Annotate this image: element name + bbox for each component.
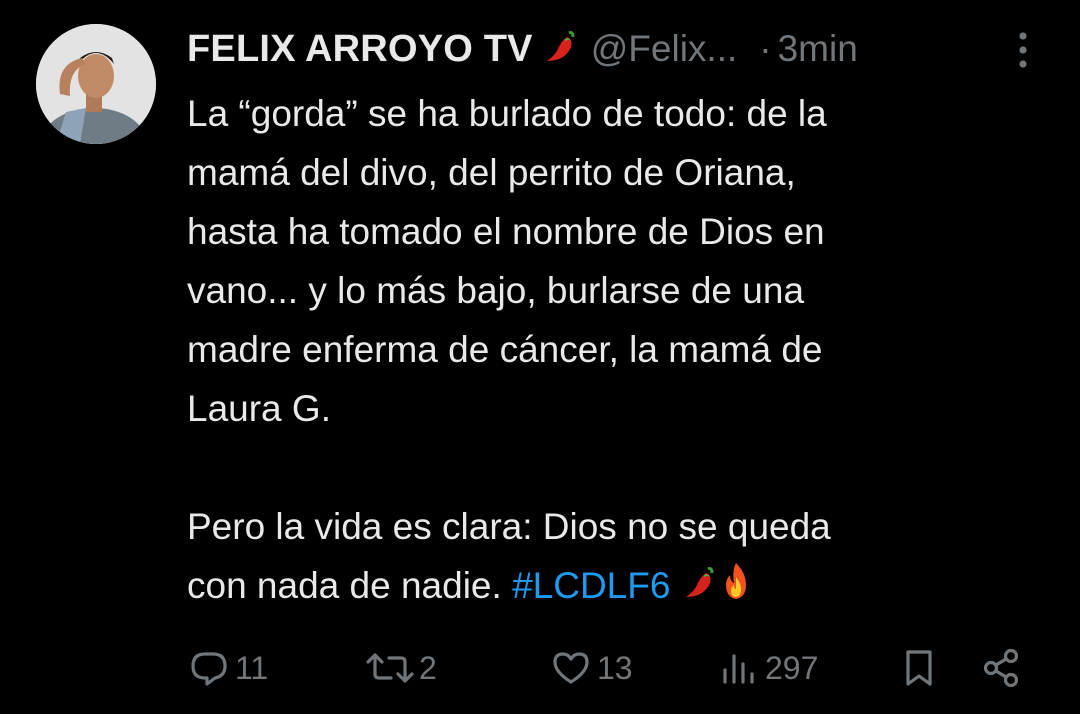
like-count: 13 <box>597 649 633 686</box>
avatar[interactable] <box>36 24 156 144</box>
tweet-line-last: con nada de nadie. #LCDLF6 <box>187 556 1047 618</box>
reply-button[interactable]: 11 <box>187 640 268 696</box>
tweet-line-text: con nada de nadie. <box>187 565 513 606</box>
tweet-header: FELIX ARROYO TV @Felix... · 3min <box>187 24 858 74</box>
retweet-count: 2 <box>419 649 437 686</box>
tweet-text: La “gorda” se ha burlado de todo: de la … <box>187 84 1047 618</box>
action-bar: 11 2 13 297 <box>187 640 1037 696</box>
share-button[interactable] <box>979 640 1023 696</box>
avatar-image <box>36 24 156 144</box>
tweet-line: madre enferma de cáncer, la mamá de <box>187 329 823 370</box>
author-handle[interactable]: @Felix... <box>591 28 738 70</box>
like-button[interactable]: 13 <box>549 640 633 696</box>
tweet-line: Laura G. <box>187 388 331 429</box>
tweet-line: vano... y lo más bajo, burlarse de una <box>187 270 805 311</box>
tweet-line: La “gorda” se ha burlado de todo: de la <box>187 93 827 134</box>
separator-dot: · <box>759 28 772 69</box>
fire-icon <box>718 559 754 618</box>
share-icon <box>983 648 1019 688</box>
more-options-icon[interactable] <box>1008 28 1038 72</box>
reply-icon <box>191 652 227 686</box>
hashtag-link[interactable]: #LCDLF6 <box>512 565 670 606</box>
retweet-button[interactable]: 2 <box>365 640 437 696</box>
chili-pepper-icon <box>543 29 577 70</box>
bookmark-button[interactable] <box>899 640 939 696</box>
bookmark-icon <box>906 650 932 686</box>
tweet-line: hasta ha tomado el nombre de Dios en <box>187 211 825 252</box>
tweet-line: mamá del divo, del perrito de Oriana, <box>187 152 796 193</box>
tweet-card[interactable]: FELIX ARROYO TV @Felix... · 3min La “gor… <box>0 0 1080 714</box>
view-count: 297 <box>765 649 819 686</box>
analytics-icon <box>723 654 754 684</box>
views-button[interactable]: 297 <box>717 640 818 696</box>
reply-count: 11 <box>235 649 269 686</box>
heart-icon <box>553 652 589 684</box>
tweet-line: Pero la vida es clara: Dios no se queda <box>187 506 831 547</box>
tweet-timestamp[interactable]: 3min <box>778 28 858 70</box>
retweet-icon <box>366 653 414 683</box>
chili-pepper-icon <box>682 559 716 618</box>
author-display-name[interactable]: FELIX ARROYO TV <box>187 28 533 71</box>
